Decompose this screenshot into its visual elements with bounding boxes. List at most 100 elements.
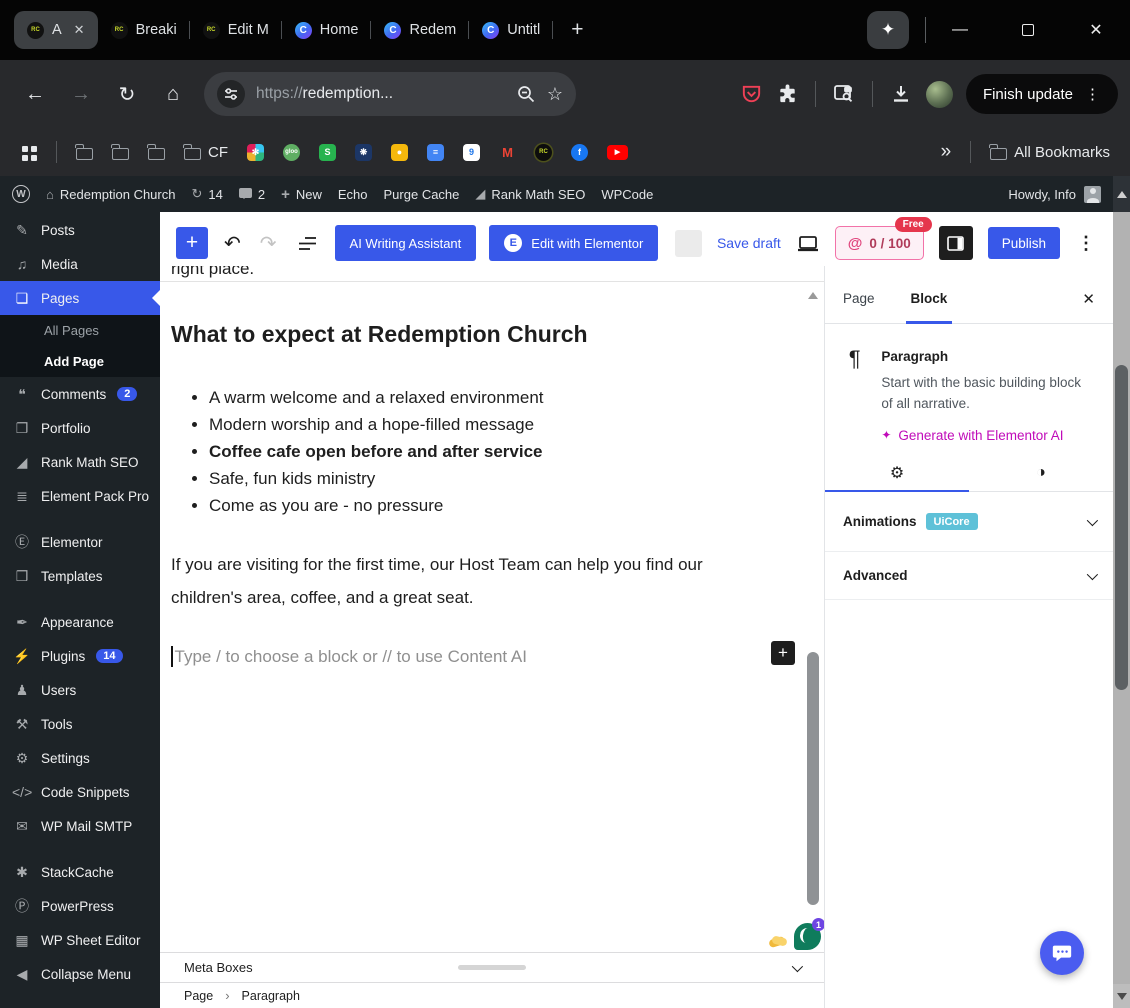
sidebar-item-sheet[interactable]: ▦ WP Sheet Editor <box>0 923 160 957</box>
wp-logo-menu[interactable]: W <box>12 185 30 203</box>
sidebar-item-media[interactable]: ♫ Media <box>0 247 160 281</box>
minimize-button[interactable]: — <box>926 0 994 60</box>
bullet-item[interactable]: Coffee cafe open before and after servic… <box>209 438 544 465</box>
advanced-accordion[interactable]: Advanced <box>825 552 1113 600</box>
canvas-scrollbar-thumb[interactable] <box>807 652 819 905</box>
tab-close-icon[interactable]: ✕ <box>74 22 85 38</box>
bookmark-item[interactable] <box>56 141 57 163</box>
purge-cache-menu[interactable]: Purge Cache <box>384 187 460 202</box>
browser-tab[interactable]: C Redem <box>371 11 469 49</box>
bookmark-item-folder[interactable]: All Bookmarks <box>989 143 1110 161</box>
sidebar-item-chart[interactable]: ◢ Rank Math SEO <box>0 445 160 479</box>
bookmark-item[interactable]: S <box>319 143 336 161</box>
list-view-button[interactable] <box>293 233 322 254</box>
content-ai-score-button[interactable]: @ 0 / 100 Free <box>834 217 932 260</box>
tab-block[interactable]: Block <box>905 291 953 324</box>
pocket-icon[interactable] <box>740 83 763 106</box>
canvas-scroll-up-arrow[interactable] <box>808 287 818 299</box>
downloads-icon[interactable] <box>889 82 913 106</box>
new-tab-button[interactable]: + <box>563 18 591 42</box>
browser-tab[interactable]: RC Breaki <box>98 11 190 49</box>
echo-menu[interactable]: Echo <box>338 187 368 202</box>
support-chat-bubble[interactable] <box>1040 931 1084 975</box>
scroll-up-arrow[interactable] <box>1113 176 1130 212</box>
resize-handle[interactable] <box>458 965 526 970</box>
content-paragraph[interactable]: If you are visiting for the first time, … <box>171 548 771 614</box>
bookmark-item[interactable]: ● <box>391 143 408 161</box>
edit-with-elementor-button[interactable]: E Edit with Elementor <box>489 225 659 261</box>
bookmark-item-apps-grid[interactable] <box>20 141 37 163</box>
sidebar-item-collapse[interactable]: ◀ Collapse Menu <box>0 957 160 991</box>
bookmark-item[interactable]: gloo <box>283 143 300 161</box>
sidebar-item-templates[interactable]: ❒ Templates <box>0 559 160 593</box>
sidebar-item-plugins[interactable]: ⚡ Plugins 14 <box>0 639 160 673</box>
sidebar-item-elementor[interactable]: Ⓔ Elementor <box>0 525 160 559</box>
window-scrollbar[interactable] <box>1113 176 1130 1008</box>
animations-accordion[interactable]: Animations UiCore <box>825 492 1113 552</box>
bookmark-item[interactable]: ≡ <box>427 143 444 161</box>
tab-page[interactable]: Page <box>843 291 875 323</box>
browser-tab[interactable]: C Home <box>282 11 372 49</box>
finish-update-button[interactable]: Finish update ⋮ <box>965 74 1118 114</box>
editor-canvas[interactable]: right place. What to expect at Redemptio… <box>160 266 824 952</box>
breadcrumb-page[interactable]: Page <box>184 989 213 1003</box>
comments-menu[interactable]: 2 <box>238 187 265 202</box>
reload-button[interactable]: ↻ <box>104 82 150 107</box>
sidebar-item-code[interactable]: </> Code Snippets <box>0 775 160 809</box>
sidebar-item-tools[interactable]: ⚒ Tools <box>0 707 160 741</box>
chat-widget-icon[interactable]: 1 <box>794 918 824 950</box>
bookmark-item[interactable] <box>970 141 972 163</box>
updates-menu[interactable]: ↻ 14 <box>191 186 222 202</box>
meta-boxes-panel[interactable]: Meta Boxes <box>160 952 824 982</box>
new-content-menu[interactable]: + New <box>281 186 322 203</box>
clipped-paragraph[interactable]: right place. <box>171 266 254 279</box>
zoom-out-icon[interactable] <box>516 84 536 104</box>
add-block-button[interactable]: + <box>771 641 795 665</box>
scrollbar-thumb[interactable] <box>1115 365 1128 690</box>
back-button[interactable]: ← <box>12 83 58 106</box>
sidebar-item-pages[interactable]: ❏ Pages <box>0 281 160 315</box>
sidebar-item[interactable] <box>0 593 160 605</box>
bookmark-item[interactable]: ▶ <box>607 144 628 160</box>
publish-button[interactable]: Publish <box>987 227 1060 259</box>
profile-avatar[interactable] <box>925 80 953 108</box>
maximize-button[interactable] <box>994 0 1062 60</box>
sidebar-item[interactable] <box>0 513 160 525</box>
generate-with-elementor-ai-link[interactable]: ✦ Generate with Elementor AI <box>881 428 1095 443</box>
sidebar-item[interactable] <box>0 843 160 855</box>
bookmark-item-folder[interactable] <box>75 143 93 160</box>
settings-panel-toggle[interactable] <box>938 226 973 260</box>
sidebar-item-mail[interactable]: ✉ WP Mail SMTP <box>0 809 160 843</box>
wpcode-menu[interactable]: WPCode <box>601 187 653 202</box>
bookmark-item-folder[interactable]: CF <box>183 143 228 161</box>
site-name-menu[interactable]: ⌂ Redemption Church <box>46 187 175 202</box>
breadcrumb-paragraph[interactable]: Paragraph <box>242 989 300 1003</box>
save-draft-button[interactable]: Save draft <box>717 235 781 251</box>
browser-tab[interactable]: RC Edit M <box>190 11 282 49</box>
bookmark-item-chevron-overflow[interactable]: » <box>941 141 952 163</box>
block-inserter-button[interactable]: + <box>176 227 208 259</box>
sidebar-item-users[interactable]: ♟ Users <box>0 673 160 707</box>
bookmark-item-folder[interactable] <box>147 143 165 160</box>
extensions-icon[interactable] <box>776 83 799 106</box>
browser-menu-kebab-icon[interactable]: ⋮ <box>1085 85 1101 103</box>
browser-ai-sparkle-button[interactable]: ✦ <box>867 11 909 49</box>
bookmark-star-icon[interactable]: ☆ <box>547 84 563 105</box>
home-button[interactable]: ⌂ <box>150 83 196 106</box>
howdy-account-menu[interactable]: Howdy, Info <box>1008 185 1101 203</box>
address-bar[interactable]: https://redemption... ☆ <box>204 72 576 116</box>
preview-device-icon[interactable] <box>796 231 820 255</box>
bookmark-item[interactable]: RC <box>535 143 552 161</box>
undo-button[interactable]: ↶ <box>221 231 244 256</box>
sidebar-item[interactable]: All Pages <box>0 315 160 346</box>
browser-tab[interactable]: RC A ✕ <box>14 11 98 49</box>
bookmark-item[interactable]: f <box>571 143 588 161</box>
sidebar-item-powerpress[interactable]: Ⓟ PowerPress <box>0 889 160 923</box>
sidebar-item-appearance[interactable]: ✒ Appearance <box>0 605 160 639</box>
sidebar-item-pin[interactable]: ✎ Posts <box>0 213 160 247</box>
send-to-device-icon[interactable] <box>832 82 856 106</box>
bullet-item[interactable]: Safe, fun kids ministry <box>209 465 544 492</box>
site-settings-icon[interactable] <box>217 80 245 108</box>
browser-tab[interactable]: C Untitl <box>469 11 554 49</box>
sidebar-item-element-pack[interactable]: ≣ Element Pack Pro <box>0 479 160 513</box>
